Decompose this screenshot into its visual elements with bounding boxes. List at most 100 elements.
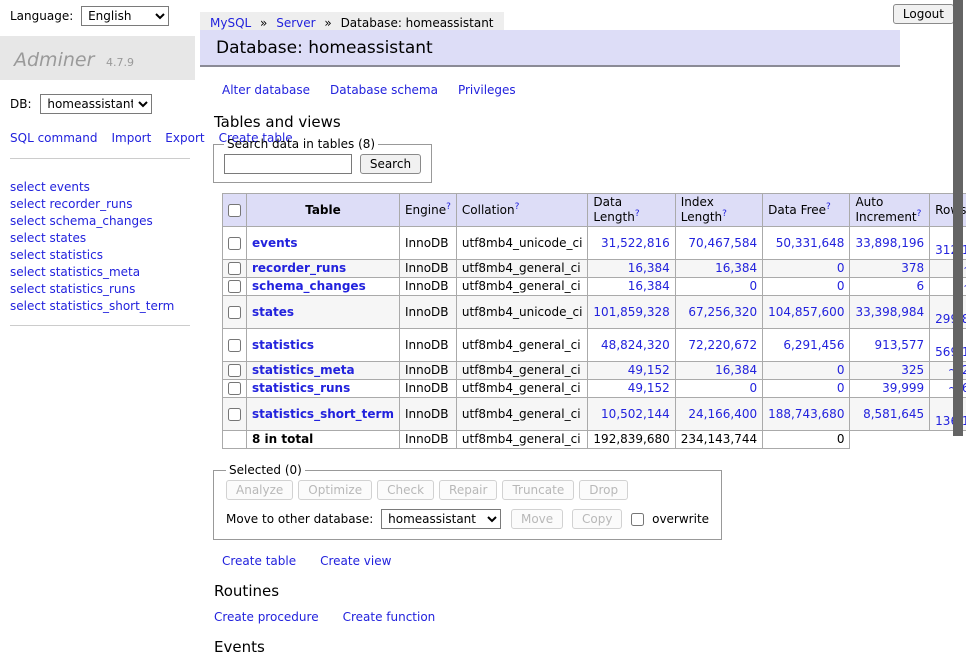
index-length-link[interactable]: 0: [749, 279, 757, 293]
data-length-link[interactable]: 16,384: [628, 279, 670, 293]
sidebar-select-statistics-short-term[interactable]: select statistics_short_term: [10, 298, 190, 315]
auto-increment-link[interactable]: 913,577: [875, 338, 925, 352]
index-length-link[interactable]: 0: [749, 381, 757, 395]
table-link-statistics-runs[interactable]: statistics_runs: [252, 381, 350, 395]
data-length-link[interactable]: 48,824,320: [601, 338, 670, 352]
create-procedure-link[interactable]: Create procedure: [214, 610, 319, 624]
create-view-link[interactable]: Create view: [320, 554, 391, 568]
sidebar-select-states[interactable]: select states: [10, 230, 190, 247]
selected-fieldset: Selected (0) AnalyzeOptimizeCheckRepairT…: [213, 463, 722, 540]
create-table-link[interactable]: Create table: [222, 554, 296, 568]
row-checkbox-schema-changes[interactable]: [228, 280, 241, 293]
engine-cell: InnoDB: [399, 362, 456, 380]
auto-increment-link[interactable]: 8,581,645: [863, 407, 924, 421]
engine-cell: InnoDB: [399, 296, 456, 329]
table-link-statistics[interactable]: statistics: [252, 338, 314, 352]
language-select[interactable]: English: [81, 6, 169, 26]
index-length-link[interactable]: 24,166,400: [688, 407, 757, 421]
move-database-select[interactable]: homeassistant: [381, 509, 501, 529]
db-select[interactable]: homeassistant: [40, 94, 152, 114]
auto-increment-link[interactable]: 6: [917, 279, 925, 293]
total-index-length-cell: 234,143,744: [675, 431, 762, 449]
data-length-link[interactable]: 49,152: [628, 381, 670, 395]
column-header-collation: Collation?: [456, 194, 588, 227]
index-length-link[interactable]: 16,384: [715, 363, 757, 377]
overwrite-label: overwrite: [652, 512, 709, 526]
row-checkbox-statistics-runs[interactable]: [228, 382, 241, 395]
scrollbar-thumb[interactable]: [953, 0, 963, 436]
table-link-recorder-runs[interactable]: recorder_runs: [252, 261, 346, 275]
row-checkbox-recorder-runs[interactable]: [228, 262, 241, 275]
data-free-link[interactable]: 0: [837, 279, 845, 293]
sidebar-link-import[interactable]: Import: [111, 131, 151, 145]
auto-increment-cell: 6: [850, 278, 930, 296]
data-free-link[interactable]: 0: [837, 363, 845, 377]
sidebar-select-statistics-meta[interactable]: select statistics_meta: [10, 264, 190, 281]
create-function-link[interactable]: Create function: [343, 610, 436, 624]
index-length-cell: 0: [675, 278, 762, 296]
sidebar-select-events[interactable]: select events: [10, 179, 190, 196]
data-length-link[interactable]: 16,384: [628, 261, 670, 275]
help-link-engine[interactable]: ?: [446, 202, 451, 212]
data-free-link[interactable]: 6,291,456: [783, 338, 844, 352]
help-link-index-length[interactable]: ?: [722, 209, 727, 219]
data-free-link[interactable]: 0: [837, 261, 845, 275]
index-length-cell: 16,384: [675, 260, 762, 278]
data-length-link[interactable]: 49,152: [628, 363, 670, 377]
data-free-link[interactable]: 188,743,680: [768, 407, 844, 421]
row-checkbox-statistics-meta[interactable]: [228, 364, 241, 377]
sidebar-link-sql-command[interactable]: SQL command: [10, 131, 97, 145]
index-length-link[interactable]: 72,220,672: [688, 338, 757, 352]
help-link-auto-increment[interactable]: ?: [917, 209, 922, 219]
data-length-link[interactable]: 101,859,328: [593, 305, 669, 319]
help-link-data-free[interactable]: ?: [826, 202, 831, 212]
data-free-link[interactable]: 104,857,600: [768, 305, 844, 319]
row-select-cell: [223, 278, 247, 296]
auto-increment-cell: 325: [850, 362, 930, 380]
nav-link-alter-database[interactable]: Alter database: [222, 83, 310, 97]
collation-cell: utf8mb4_general_ci: [456, 329, 588, 362]
nav-link-database-schema[interactable]: Database schema: [330, 83, 438, 97]
table-link-statistics-meta[interactable]: statistics_meta: [252, 363, 355, 377]
data-free-link[interactable]: 0: [837, 381, 845, 395]
data-length-cell: 31,522,816: [588, 227, 675, 260]
data-free-cell: 188,743,680: [763, 398, 850, 431]
total-select-cell: [223, 431, 247, 449]
data-length-link[interactable]: 31,522,816: [601, 236, 670, 250]
auto-increment-link[interactable]: 325: [901, 363, 924, 377]
table-link-schema-changes[interactable]: schema_changes: [252, 279, 366, 293]
row-checkbox-states[interactable]: [228, 306, 241, 319]
data-length-link[interactable]: 10,502,144: [601, 407, 670, 421]
selected-legend: Selected (0): [226, 463, 305, 477]
table-link-statistics-short-term[interactable]: statistics_short_term: [252, 407, 394, 421]
search-button[interactable]: Search: [360, 154, 421, 174]
help-link-data-length[interactable]: ?: [635, 209, 640, 219]
index-length-link[interactable]: 16,384: [715, 261, 757, 275]
nav-link-privileges[interactable]: Privileges: [458, 83, 516, 97]
auto-increment-link[interactable]: 378: [901, 261, 924, 275]
overwrite-checkbox[interactable]: [631, 513, 644, 526]
sidebar-select-schema-changes[interactable]: select schema_changes: [10, 213, 190, 230]
sidebar-select-statistics[interactable]: select statistics: [10, 247, 190, 264]
search-input[interactable]: [224, 154, 352, 174]
select-all-checkbox[interactable]: [228, 204, 241, 217]
index-length-link[interactable]: 67,256,320: [688, 305, 757, 319]
auto-increment-link[interactable]: 33,398,984: [855, 305, 924, 319]
logout-button[interactable]: Logout: [893, 4, 954, 24]
scrollbar-track: [953, 0, 963, 543]
data-free-link[interactable]: 50,331,648: [776, 236, 845, 250]
auto-increment-link[interactable]: 33,898,196: [855, 236, 924, 250]
index-length-link[interactable]: 70,467,584: [688, 236, 757, 250]
sidebar-select-recorder-runs[interactable]: select recorder_runs: [10, 196, 190, 213]
row-checkbox-statistics[interactable]: [228, 339, 241, 352]
row-select-cell: [223, 260, 247, 278]
table-link-events[interactable]: events: [252, 236, 298, 250]
row-checkbox-events[interactable]: [228, 237, 241, 250]
help-link-collation[interactable]: ?: [515, 202, 520, 212]
table-link-states[interactable]: states: [252, 305, 294, 319]
collation-cell: utf8mb4_unicode_ci: [456, 227, 588, 260]
row-checkbox-statistics-short-term[interactable]: [228, 408, 241, 421]
sidebar-select-statistics-runs[interactable]: select statistics_runs: [10, 281, 190, 298]
auto-increment-link[interactable]: 39,999: [882, 381, 924, 395]
sidebar-link-export[interactable]: Export: [165, 131, 204, 145]
